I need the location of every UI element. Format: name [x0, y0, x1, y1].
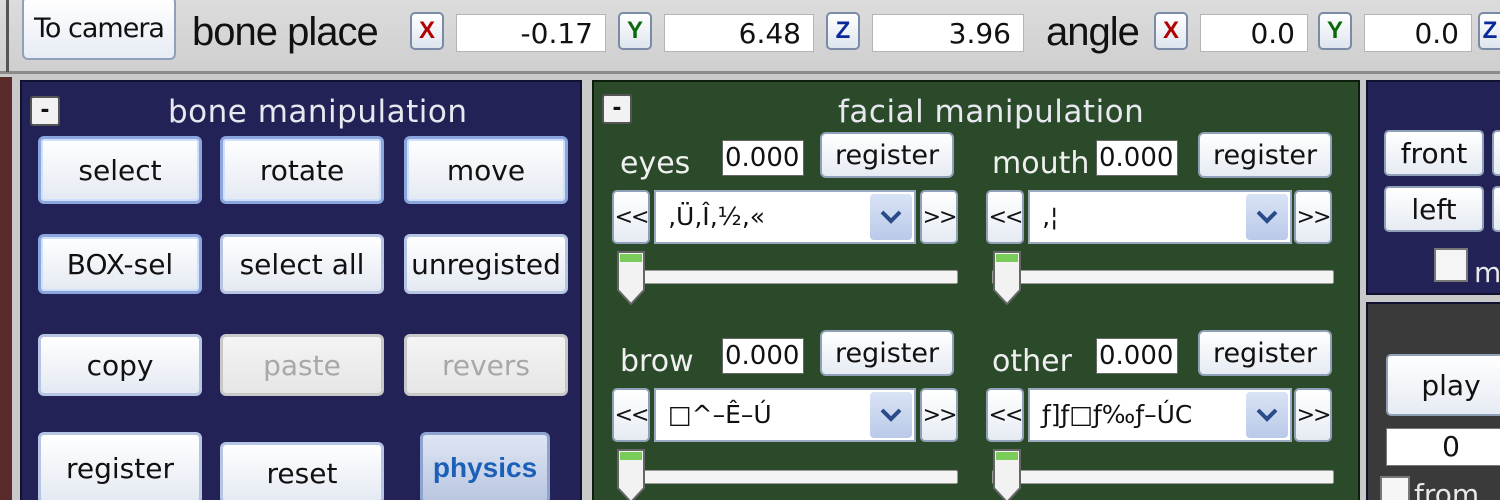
chevron-down-icon[interactable] [870, 194, 912, 240]
other-slider-track[interactable] [992, 470, 1334, 484]
mouth-slider-track[interactable] [992, 270, 1334, 284]
unregisted-button[interactable]: unregisted [404, 234, 568, 294]
angle-z-axis-button[interactable]: Z [1478, 12, 1500, 50]
bone-manipulation-panel: - bone manipulation select rotate move B… [20, 80, 582, 500]
view-panel: front left m [1366, 80, 1500, 295]
angle-x-axis-button[interactable]: X [1154, 12, 1188, 50]
view-button-clipped[interactable] [1492, 130, 1500, 176]
angle-label: angle [1046, 10, 1140, 54]
brow-label: brow [620, 344, 694, 379]
other-morph-select[interactable]: ƒ]ƒ□ƒ‰ƒ–ÚC [1028, 388, 1292, 442]
frame-field[interactable]: 0 [1386, 428, 1500, 466]
angle-y-axis-button[interactable]: Y [1318, 12, 1352, 50]
left-edge-panel [0, 77, 12, 500]
chevron-down-icon[interactable] [870, 392, 912, 438]
copy-button[interactable]: copy [38, 334, 202, 396]
revers-button[interactable]: revers [404, 334, 568, 396]
playback-panel: play 0 from [1366, 302, 1500, 500]
eyes-slider-track[interactable] [620, 270, 958, 284]
reset-button[interactable]: reset [220, 442, 384, 500]
facial-manipulation-panel: - facial manipulation eyes 0.000 registe… [592, 80, 1360, 500]
other-value-field[interactable]: 0.000 [1096, 338, 1178, 374]
brow-morph-select[interactable]: □^–Ê–Ú [654, 388, 916, 442]
other-next-button[interactable]: >> [1294, 388, 1332, 442]
angle-y-field[interactable]: 0.0 [1364, 14, 1472, 52]
other-register-button[interactable]: register [1198, 330, 1332, 376]
eyes-morph-selected: ‚Ü‚Î‚½‚« [668, 202, 765, 231]
eyes-register-button[interactable]: register [820, 132, 954, 178]
view-checkbox-label: m [1474, 256, 1500, 289]
toolbar-divider [6, 0, 9, 72]
from-label: from [1414, 478, 1480, 500]
other-prev-button[interactable]: << [986, 388, 1024, 442]
mouth-label: mouth [992, 146, 1090, 181]
mouth-value-field[interactable]: 0.000 [1096, 140, 1178, 176]
mouth-slider-thumb[interactable] [992, 250, 1022, 306]
chevron-down-icon[interactable] [1246, 194, 1288, 240]
mouth-register-button[interactable]: register [1198, 132, 1332, 178]
select-all-button[interactable]: select all [220, 234, 384, 294]
bone-place-x-field[interactable]: -0.17 [456, 14, 606, 52]
box-select-button[interactable]: BOX-sel [38, 234, 202, 294]
eyes-label: eyes [620, 146, 691, 181]
select-button[interactable]: select [38, 136, 202, 204]
brow-next-button[interactable]: >> [920, 388, 958, 442]
view-checkbox[interactable] [1434, 248, 1468, 282]
brow-slider-thumb[interactable] [616, 448, 646, 500]
bone-place-x-axis-button[interactable]: X [410, 12, 444, 50]
brow-morph-selected: □^–Ê–Ú [668, 400, 772, 429]
brow-prev-button[interactable]: << [612, 388, 650, 442]
brow-register-button[interactable]: register [820, 330, 954, 376]
play-button[interactable]: play [1386, 354, 1500, 416]
facial-panel-title: facial manipulation [838, 94, 1145, 130]
eyes-slider-thumb[interactable] [616, 250, 646, 306]
from-checkbox[interactable] [1380, 476, 1410, 500]
bone-panel-collapse-button[interactable]: - [30, 96, 60, 126]
bone-panel-title: bone manipulation [168, 94, 468, 130]
mouth-next-button[interactable]: >> [1294, 190, 1332, 244]
view-button-clipped-2[interactable] [1492, 186, 1500, 232]
brow-value-field[interactable]: 0.000 [722, 338, 804, 374]
eyes-value-field[interactable]: 0.000 [722, 140, 804, 176]
move-button[interactable]: move [404, 136, 568, 204]
paste-button[interactable]: paste [220, 334, 384, 396]
physics-toggle-button[interactable]: physics [420, 432, 550, 500]
left-view-button[interactable]: left [1384, 186, 1484, 232]
bone-place-z-field[interactable]: 3.96 [872, 14, 1024, 52]
eyes-next-button[interactable]: >> [920, 190, 958, 244]
chevron-down-icon[interactable] [1246, 392, 1288, 438]
brow-slider-track[interactable] [620, 470, 958, 484]
register-button[interactable]: register [38, 432, 202, 500]
toolbar: To camera bone place X -0.17 Y 6.48 Z 3.… [0, 0, 1500, 74]
facial-panel-collapse-button[interactable]: - [602, 94, 632, 124]
bone-place-y-axis-button[interactable]: Y [618, 12, 652, 50]
to-camera-button[interactable]: To camera [22, 0, 176, 60]
angle-x-field[interactable]: 0.0 [1200, 14, 1308, 52]
bone-place-y-field[interactable]: 6.48 [664, 14, 814, 52]
bone-place-z-axis-button[interactable]: Z [826, 12, 860, 50]
eyes-prev-button[interactable]: << [612, 190, 650, 244]
mouth-prev-button[interactable]: << [986, 190, 1024, 244]
mouth-morph-selected: ‚¦ [1042, 202, 1059, 231]
eyes-morph-select[interactable]: ‚Ü‚Î‚½‚« [654, 190, 916, 244]
other-slider-thumb[interactable] [992, 448, 1022, 500]
rotate-button[interactable]: rotate [220, 136, 384, 204]
bone-place-label: bone place [192, 10, 379, 54]
front-view-button[interactable]: front [1384, 130, 1484, 176]
other-morph-selected: ƒ]ƒ□ƒ‰ƒ–ÚC [1042, 400, 1193, 429]
mouth-morph-select[interactable]: ‚¦ [1028, 190, 1292, 244]
other-label: other [992, 344, 1072, 379]
